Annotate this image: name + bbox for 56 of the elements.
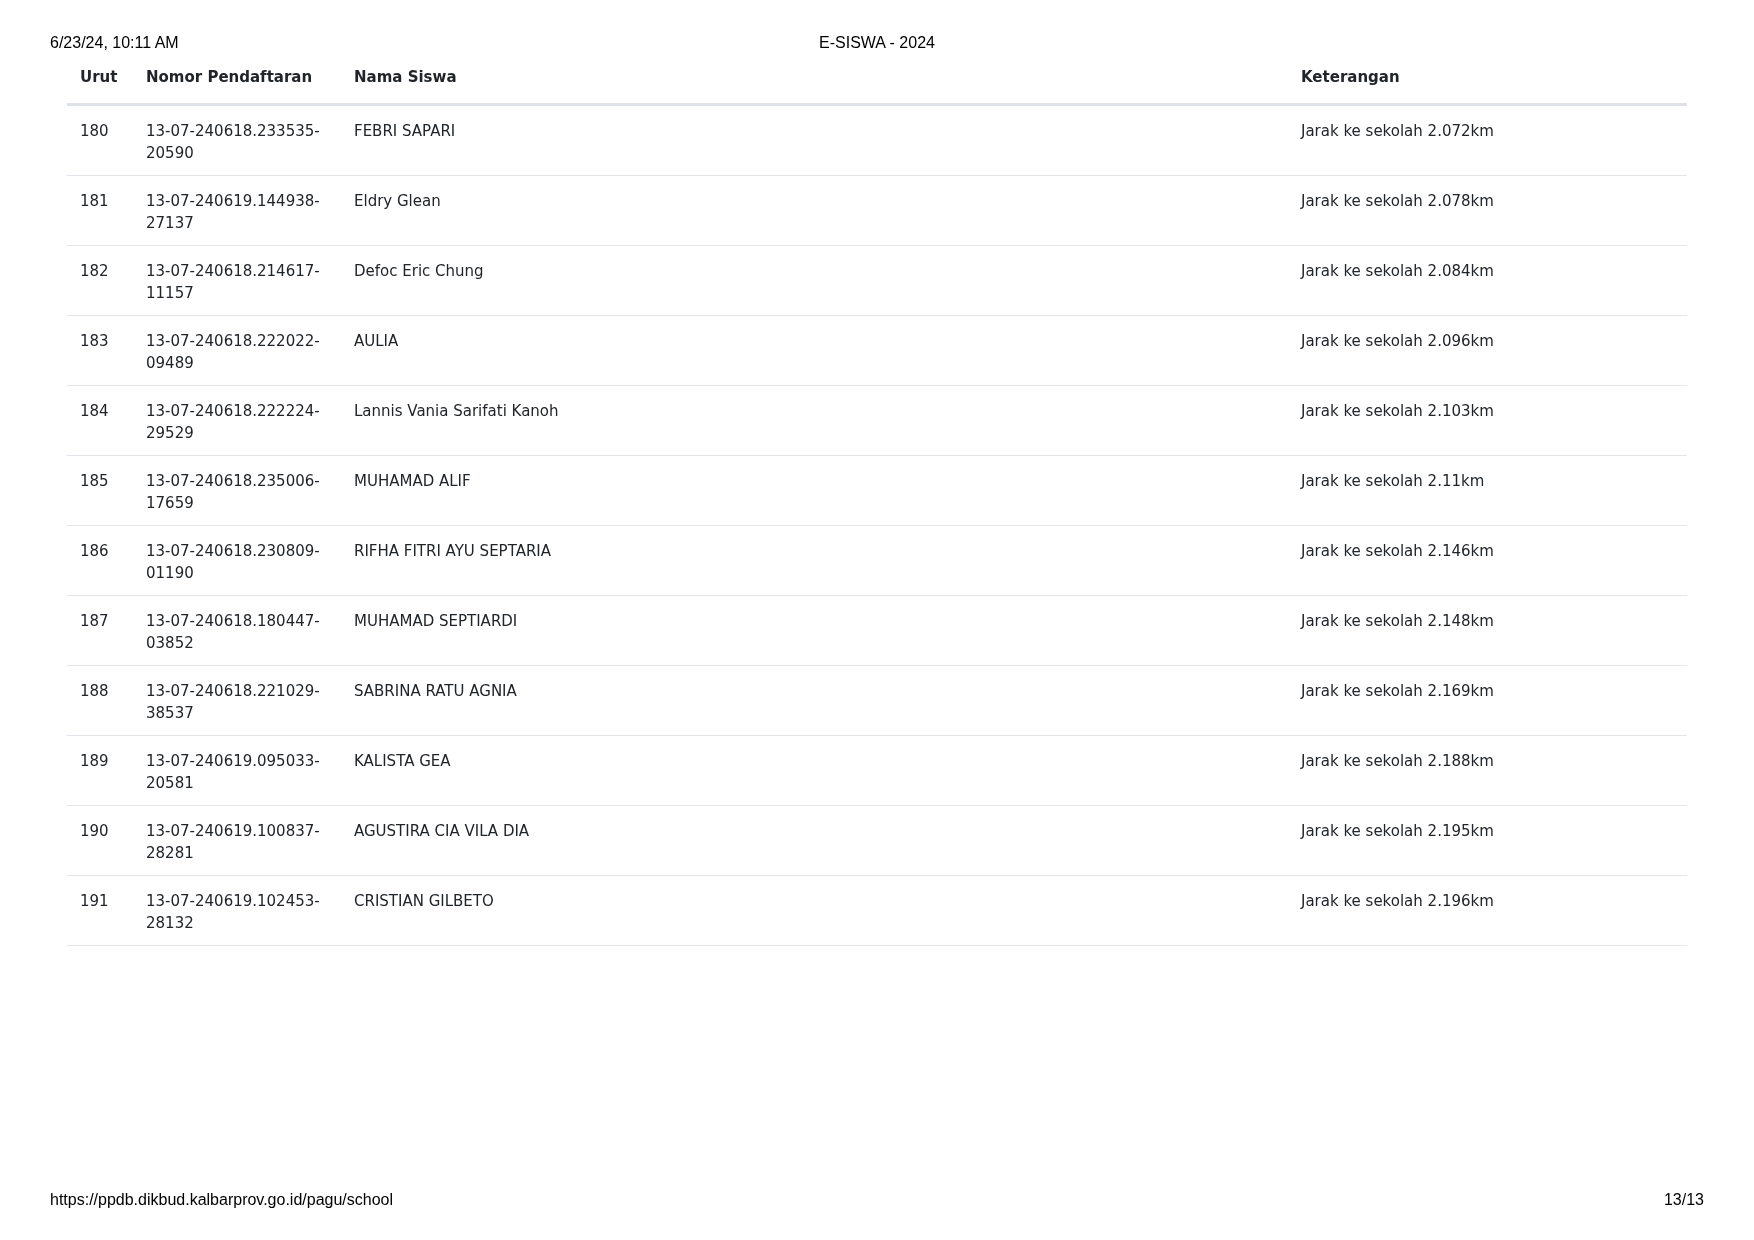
table-cell-text: Eldry Glean	[353, 191, 442, 212]
table-cell-text: Defoc Eric Chung	[353, 261, 485, 282]
table-cell-text: 13-07-240619.144938-27137	[145, 191, 321, 234]
table-cell-text: 13-07-240618.222224-29529	[145, 401, 321, 444]
table-cell-text: AGUSTIRA CIA VILA DIA	[353, 821, 531, 842]
table-cell-text: 13-07-240618.180447-03852	[145, 611, 321, 654]
table-cell-text: FEBRI SAPARI	[353, 121, 457, 142]
table-cell-text: Jarak ke sekolah 2.148km	[1299, 611, 1495, 632]
table-cell-text: 13-07-240618.222022-09489	[145, 331, 321, 374]
table-cell-text: Jarak ke sekolah 2.078km	[1299, 191, 1495, 212]
table-cell-text: 190	[79, 821, 110, 842]
table-cell-text: Jarak ke sekolah 2.188km	[1299, 751, 1495, 772]
table-cell-text: 13-07-240618.233535-20590	[145, 121, 321, 164]
table-cell-text: Jarak ke sekolah 2.084km	[1299, 261, 1495, 282]
table-cell-text: Jarak ke sekolah 2.169km	[1299, 681, 1495, 702]
column-header: Urut	[79, 67, 119, 88]
table-cell-text: 13-07-240618.235006-17659	[145, 471, 321, 514]
table-cell-text: 185	[79, 471, 110, 492]
table-cell-text: 13-07-240619.102453-28132	[145, 891, 321, 934]
page-url: https://ppdb.dikbud.kalbarprov.go.id/pagu/school	[50, 1190, 394, 1210]
column-header: Nama Siswa	[353, 67, 458, 88]
table-cell-text: 186	[79, 541, 110, 562]
table-cell-text: 181	[79, 191, 110, 212]
table-cell-text: 13-07-240619.100837-28281	[145, 821, 321, 864]
table-cell-text: 187	[79, 611, 110, 632]
table-cell-text: 13-07-240618.221029-38537	[145, 681, 321, 724]
table-cell-text: KALISTA GEA	[353, 751, 452, 772]
table-cell-text: Jarak ke sekolah 2.103km	[1299, 401, 1495, 422]
table-cell-text: Jarak ke sekolah 2.196km	[1299, 891, 1495, 912]
table-cell-text: Lannis Vania Sarifati Kanoh	[353, 401, 560, 422]
table-cell-text: 180	[79, 121, 110, 142]
table-cell-text: Jarak ke sekolah 2.11km	[1299, 471, 1486, 492]
table-cell-text: 13-07-240618.214617-11157	[145, 261, 321, 304]
print-datetime: 6/23/24, 10:11 AM	[50, 33, 180, 53]
table-cell-text: 184	[79, 401, 110, 422]
table-cell-text: CRISTIAN GILBETO	[353, 891, 495, 912]
table-cell-text: RIFHA FITRI AYU SEPTARIA	[353, 541, 553, 562]
table-cell-text: 13-07-240618.230809-01190	[145, 541, 321, 584]
column-header: Keterangan	[1300, 67, 1401, 88]
table-cell-text: 182	[79, 261, 110, 282]
table-cell-text: Jarak ke sekolah 2.072km	[1299, 121, 1495, 142]
table-cell-text: MUHAMAD ALIF	[353, 471, 472, 492]
table-cell-text: Jarak ke sekolah 2.096km	[1299, 331, 1495, 352]
table-cell-text: 189	[79, 751, 110, 772]
table-cell-text: AULIA	[353, 331, 400, 352]
table-cell-text: 13-07-240619.095033-20581	[145, 751, 321, 794]
page-title: E-SISWA - 2024	[819, 33, 935, 53]
column-header: Nomor Pendaftaran	[145, 67, 314, 88]
table-cell-text: MUHAMAD SEPTIARDI	[353, 611, 519, 632]
table-cell-text: 188	[79, 681, 110, 702]
table-cell-text: Jarak ke sekolah 2.195km	[1299, 821, 1495, 842]
table-cell-text: Jarak ke sekolah 2.146km	[1299, 541, 1495, 562]
table-cell-text: 191	[79, 891, 110, 912]
table-cell-text: 183	[79, 331, 110, 352]
page-number: 13/13	[1663, 1190, 1704, 1210]
table-cell-text: SABRINA RATU AGNIA	[353, 681, 518, 702]
